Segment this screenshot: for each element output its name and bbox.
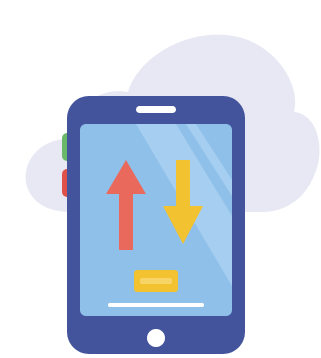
speaker-slot — [136, 106, 176, 113]
screen-baseline — [108, 303, 204, 307]
progress-bar-icon — [134, 270, 178, 292]
smartphone-icon — [67, 96, 245, 354]
home-button — [147, 329, 165, 347]
progress-bar-inner — [140, 278, 172, 284]
illustration-canvas — [0, 0, 321, 358]
cloud-phone-illustration — [25, 34, 320, 354]
